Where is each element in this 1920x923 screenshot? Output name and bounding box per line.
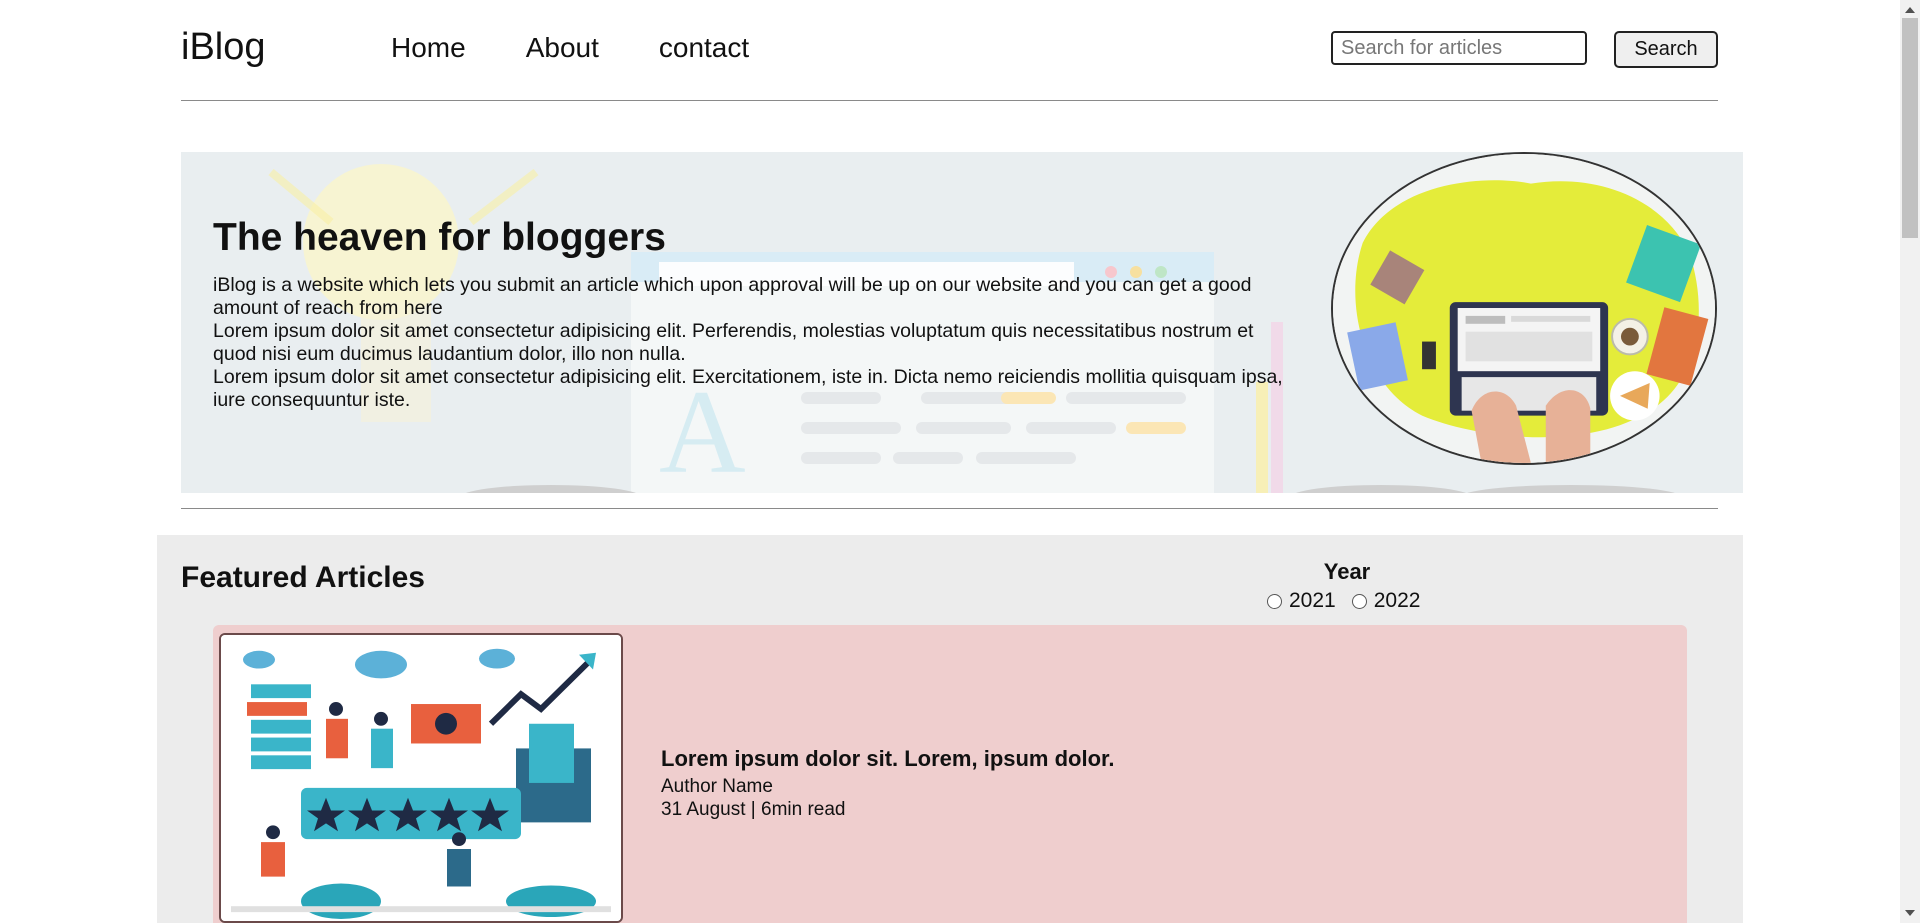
article-info: Lorem ipsum dolor sit. Lorem, ipsum dolo… xyxy=(661,746,1115,821)
radio-2021[interactable] xyxy=(1267,593,1282,609)
hero-text: The heaven for bloggers iBlog is a websi… xyxy=(213,216,1283,412)
year-options: 2021 2022 xyxy=(1267,589,1427,613)
hero-banner: A The heaven for bloggers iBlog is a web… xyxy=(181,152,1743,493)
scroll-up-arrow-icon[interactable] xyxy=(1905,7,1915,13)
year-filter: Year 2021 2022 xyxy=(1267,559,1427,613)
hero-paragraph-1: iBlog is a website which lets you submit… xyxy=(213,274,1252,319)
top-navbar: iBlog Home About contact Search xyxy=(181,0,1718,101)
radio-2022[interactable] xyxy=(1351,593,1367,609)
site-logo[interactable]: iBlog xyxy=(181,26,266,69)
nav-menu: Home About contact xyxy=(391,32,809,64)
nav-link-contact[interactable]: contact xyxy=(659,32,749,64)
hero-title: The heaven for bloggers xyxy=(213,216,666,259)
article-card[interactable]: Lorem ipsum dolor sit. Lorem, ipsum dolo… xyxy=(213,625,1687,923)
page-scrollbar[interactable] xyxy=(1900,0,1920,923)
year-label: Year xyxy=(1323,559,1371,584)
hero-image xyxy=(1331,152,1717,465)
year-option-2022[interactable]: 2022 xyxy=(1351,589,1421,613)
laptop-desk-illustration-icon xyxy=(1333,154,1715,463)
article-thumbnail[interactable] xyxy=(219,633,623,923)
search-button[interactable]: Search xyxy=(1614,31,1718,68)
article-author: Author Name xyxy=(661,776,773,797)
article-title[interactable]: Lorem ipsum dolor sit. Lorem, ipsum dolo… xyxy=(661,746,1115,772)
year-option-2021[interactable]: 2021 xyxy=(1267,589,1336,613)
section-divider xyxy=(181,508,1718,509)
search-input[interactable] xyxy=(1331,31,1587,65)
article-date-readtime: 31 August | 6min read xyxy=(661,799,846,820)
hero-paragraph-3: Lorem ipsum dolor sit amet consectetur a… xyxy=(213,366,1283,411)
marketing-rating-illustration-icon xyxy=(221,635,621,921)
nav-link-home[interactable]: Home xyxy=(391,32,466,64)
year-2022-label: 2022 xyxy=(1373,589,1421,612)
hero-paragraph-2: Lorem ipsum dolor sit amet consectetur a… xyxy=(213,320,1254,365)
scroll-thumb[interactable] xyxy=(1902,18,1918,238)
featured-section: Featured Articles Year 2021 2022 Lorem i… xyxy=(157,535,1743,923)
nav-link-about[interactable]: About xyxy=(526,32,599,64)
year-2021-label: 2021 xyxy=(1289,589,1336,612)
scroll-down-arrow-icon[interactable] xyxy=(1905,910,1915,916)
featured-title: Featured Articles xyxy=(181,561,425,594)
